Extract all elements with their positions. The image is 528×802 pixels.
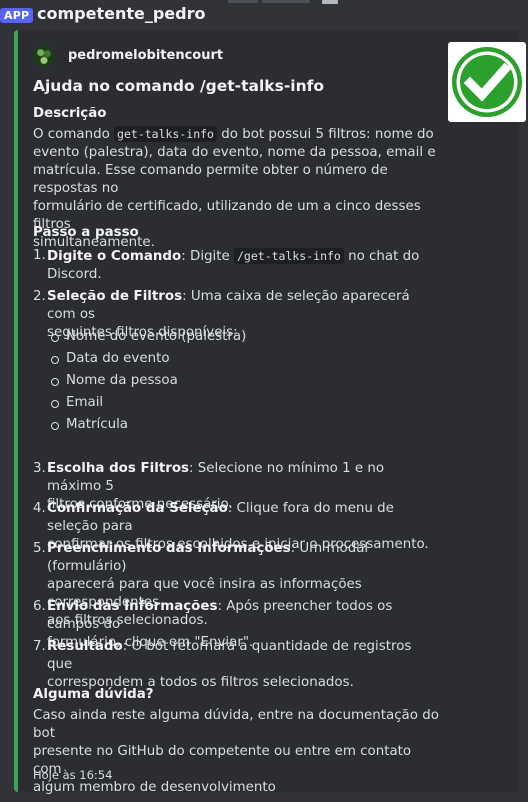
filter-option-label: Matrícula — [66, 417, 129, 432]
steps-heading: Passo a passo — [33, 225, 139, 240]
description-text-line3: matrícula. Esse comando permite obter o … — [33, 163, 388, 196]
description-text-pre: O comando — [33, 127, 115, 142]
author-name: pedromelobitencourt — [68, 48, 224, 63]
embed-thumbnail[interactable] — [448, 42, 526, 122]
question-text-line1: Caso ainda reste alguma dúvida, entre na… — [33, 708, 439, 741]
filter-option: Nome do evento (palestra) — [51, 328, 246, 346]
step-1-text-line2: Discord. — [47, 267, 102, 282]
filter-option-label: Data do evento — [66, 351, 170, 366]
step-1-number: 1. — [33, 248, 46, 263]
step-1-title: Digite o Comando — [47, 249, 182, 264]
filter-option: Email — [51, 394, 103, 412]
author-avatar[interactable] — [33, 45, 55, 67]
step-3-title: Escolha dos Filtros — [47, 461, 189, 476]
question-heading: Alguma dúvida? — [33, 687, 154, 702]
filter-option-label: Email — [66, 395, 104, 410]
step-3-number: 3. — [33, 461, 46, 476]
filter-option-label: Nome do evento (palestra) — [66, 329, 247, 344]
step-6-number: 6. — [33, 599, 46, 614]
step-1-text: : Digite — [181, 249, 234, 264]
command-code: get-talks-info — [114, 126, 217, 142]
description-text-line1: do bot possui 5 filtros: nome do — [216, 127, 434, 142]
help-embed: pedromelobitencourt Ajuda no comando /ge… — [14, 30, 526, 795]
app-badge: APP — [0, 8, 34, 23]
embed-title: Ajuda no comando /get-talks-info — [33, 77, 324, 95]
step-5-title: Preenchimento das Informações — [47, 541, 291, 556]
filter-option: Data do evento — [51, 350, 170, 368]
step-2-title: Seleção de Filtros — [47, 289, 183, 304]
step-5-number: 5. — [33, 541, 46, 556]
step-1-text-post: no chat do — [343, 249, 420, 264]
green-checkmark-icon — [452, 47, 522, 117]
filter-option: Matrícula — [51, 416, 128, 434]
step-7-title: Resultado — [47, 639, 123, 654]
filter-option: Nome da pessoa — [51, 372, 178, 390]
step-6-title: Envio das Informações — [47, 599, 218, 614]
step-2-number: 2. — [33, 289, 46, 304]
step-4-number: 4. — [33, 501, 46, 516]
filter-option-label: Nome da pessoa — [66, 373, 178, 388]
embed-timestamp: Hoje às 16:54 — [33, 768, 113, 782]
description-heading: Descrição — [33, 106, 107, 121]
description-text-line2: evento (palestra), data do evento, nome … — [33, 145, 436, 160]
question-text: Caso ainda reste alguma dúvida, entre na… — [33, 707, 443, 797]
bot-username[interactable]: competente_pedro — [37, 4, 205, 23]
command-code: /get-talks-info — [234, 248, 344, 264]
step-4-title: Confirmação da Seleção — [47, 501, 228, 516]
step-7-number: 7. — [33, 639, 46, 654]
